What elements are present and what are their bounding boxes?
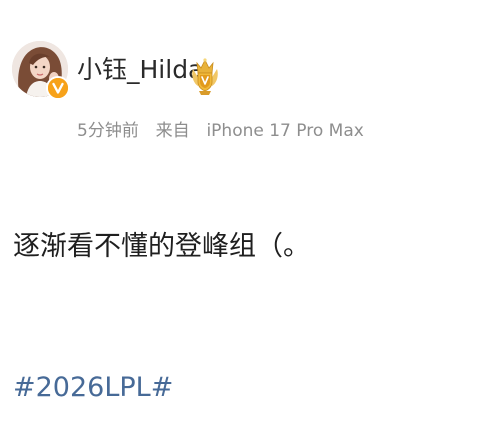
post-meta: 5分钟前 来自 iPhone 17 Pro Max [77, 120, 364, 142]
author-username[interactable]: 小钰_Hilda [77, 55, 203, 85]
post-header: 小钰_Hilda 5分钟前 来自 iPhone 17 Pro Max [0, 0, 500, 160]
post-device[interactable]: iPhone 17 Pro Max [206, 121, 363, 141]
hashtag-link[interactable]: #2026LPL# [13, 370, 173, 406]
weibo-post: 小钰_Hilda 5分钟前 来自 iPhone 17 Pro Max 逐渐看不懂… [0, 0, 500, 440]
crown-medal-icon[interactable] [190, 55, 220, 99]
post-source-prefix: 来自 [155, 121, 190, 141]
post-body-text: 逐渐看不懂的登峰组（。 [13, 231, 310, 262]
post-time[interactable]: 5分钟前 [77, 121, 139, 141]
author-avatar-wrap[interactable] [12, 41, 70, 100]
verified-v-icon [46, 76, 70, 100]
